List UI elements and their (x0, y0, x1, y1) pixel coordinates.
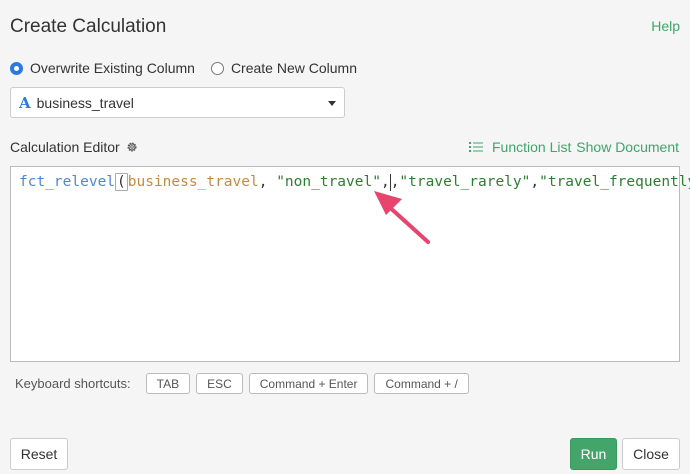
list-icon (469, 142, 483, 152)
show-document-link[interactable]: Show Document (576, 139, 679, 155)
function-list-link[interactable]: Function List (469, 139, 571, 155)
radio-label: Create New Column (230, 60, 357, 76)
dialog-title: Create Calculation (10, 16, 167, 37)
code-editor[interactable]: fct_relevel(business_travel, "non_travel… (10, 166, 690, 362)
shortcut-command-enter: Command + Enter (248, 373, 369, 394)
column-select[interactable]: A business_travel (10, 87, 345, 118)
reset-button[interactable]: Reset (10, 438, 68, 470)
calculation-editor-label: Calculation Editor (10, 139, 138, 155)
help-link[interactable]: Help (651, 18, 680, 34)
code-line[interactable]: fct_relevel(business_travel, "non_travel… (19, 172, 690, 192)
function-list-label: Function List (492, 139, 572, 155)
create-calculation-dialog: Create Calculation Help Overwrite Existi… (0, 0, 690, 474)
code-variable-token: business_travel (127, 174, 259, 190)
character-type-icon: A (19, 93, 31, 112)
shortcut-tab: TAB (145, 373, 191, 394)
editor-label-text: Calculation Editor (10, 139, 120, 155)
close-button[interactable]: Close (622, 438, 680, 470)
radio-label: Overwrite Existing Column (30, 60, 195, 76)
create-new-column-radio[interactable]: Create New Column (210, 60, 357, 76)
shortcut-command-slash: Command + / (374, 373, 469, 394)
keyboard-shortcuts: Keyboard shortcuts: TAB ESC Command + En… (15, 373, 475, 394)
code-string-token: "travel_frequently" (539, 174, 690, 190)
caret-down-icon (328, 101, 336, 106)
code-string-token: "non_travel" (276, 174, 381, 190)
code-function-token: fct_relevel (19, 174, 116, 190)
overwrite-existing-column-radio[interactable]: Overwrite Existing Column (10, 60, 195, 76)
shortcut-esc: ESC (196, 373, 243, 394)
shortcuts-label: Keyboard shortcuts: (15, 376, 131, 391)
radio-unchecked-icon[interactable] (210, 61, 224, 75)
mode-radio-group: Overwrite Existing Column Create New Col… (10, 60, 373, 76)
column-select-value: business_travel (36, 94, 134, 111)
radio-checked-icon[interactable] (10, 61, 23, 75)
code-paren-token: ( (115, 173, 128, 191)
gear-icon[interactable] (126, 141, 138, 153)
code-punctuation-token: , (258, 174, 277, 190)
annotation-arrow-icon (374, 191, 430, 244)
code-punctuation-token: , (530, 174, 540, 190)
run-button[interactable]: Run (570, 438, 617, 470)
